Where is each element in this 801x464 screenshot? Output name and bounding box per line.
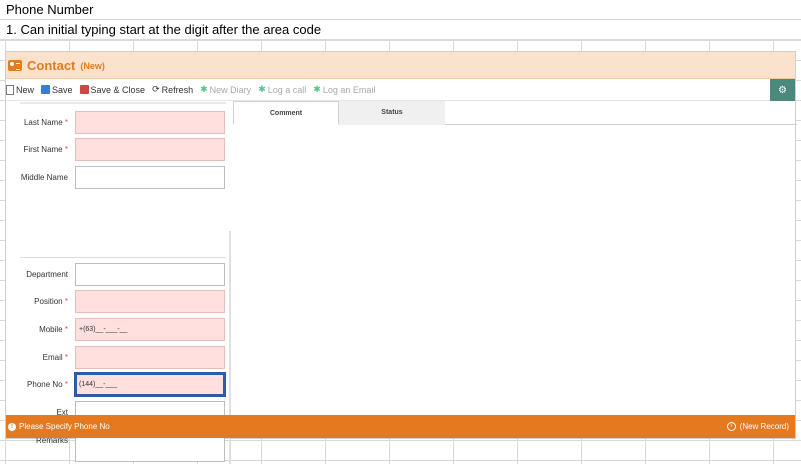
contact-card-icon: [8, 59, 22, 71]
middle-name-input[interactable]: [75, 166, 225, 189]
new-button[interactable]: New: [6, 84, 34, 95]
asterisk-icon: ✱: [313, 84, 321, 94]
fields-panel: Last Name * First Name * Middle Name Dep…: [6, 101, 231, 464]
sheet-row-2: 1. Can initial typing start at the digit…: [0, 20, 801, 40]
last-name-label: Last Name *: [23, 118, 68, 127]
refresh-icon: ⟳: [152, 84, 160, 94]
tabs-panel: Comment Status: [233, 101, 797, 415]
position-label: Position *: [34, 297, 68, 306]
info-icon: !: [8, 422, 16, 431]
department-input[interactable]: [75, 263, 225, 286]
form-title: Contact: [27, 57, 76, 73]
field-row-middle-name: Middle Name: [6, 166, 231, 190]
mobile-input[interactable]: +(63)__-___-__: [75, 318, 225, 341]
field-row-first-name: First Name *: [6, 138, 231, 162]
position-input[interactable]: [75, 290, 225, 313]
field-row-department: Department: [6, 263, 231, 287]
email-input[interactable]: [75, 346, 225, 369]
save-button[interactable]: Save: [41, 85, 73, 95]
gear-icon: ⚙: [778, 84, 787, 96]
refresh-button[interactable]: ⟳ Refresh: [152, 84, 193, 95]
asterisk-icon: ✱: [258, 84, 266, 94]
phone-label: Phone No *: [27, 380, 68, 389]
middle-name-label: Middle Name: [20, 173, 68, 182]
new-diary-button[interactable]: ✱ New Diary: [200, 84, 251, 95]
phone-input[interactable]: (144)__-___: [74, 372, 226, 397]
contact-form: Contact (New) New Save Save & Close ⟳ Re…: [5, 51, 797, 464]
settings-button[interactable]: ⚙: [770, 79, 795, 101]
toolbar: New Save Save & Close ⟳ Refresh ✱ New Di…: [6, 79, 795, 101]
info-circle-icon: i: [726, 422, 736, 431]
last-name-input[interactable]: [75, 111, 225, 134]
field-row-phone: Phone No * (144)__-___: [6, 372, 231, 397]
save-close-icon: [79, 85, 89, 94]
tab-strip: Comment Status: [233, 101, 797, 125]
log-call-button[interactable]: ✱ Log a call: [258, 84, 306, 95]
first-name-input[interactable]: [75, 138, 225, 161]
tab-status[interactable]: Status: [339, 101, 445, 125]
asterisk-icon: ✱: [200, 84, 208, 94]
sheet-cell-note[interactable]: 1. Can initial typing start at the digit…: [6, 20, 321, 40]
record-state: i (New Record): [726, 422, 789, 431]
field-row-mobile: Mobile * +(63)__-___-__: [6, 318, 231, 342]
sheet-cell-phone-number[interactable]: Phone Number: [6, 0, 93, 20]
field-row-position: Position *: [6, 290, 231, 314]
form-subtitle: (New): [80, 61, 105, 71]
tab-comment[interactable]: Comment: [233, 101, 339, 125]
status-message: ! Please Specify Phone No: [8, 422, 110, 431]
status-bar: ! Please Specify Phone No i (New Record): [6, 415, 795, 438]
first-name-label: First Name *: [23, 145, 68, 154]
save-icon: [41, 85, 51, 94]
field-row-email: Email *: [6, 346, 231, 370]
email-label: Email *: [42, 353, 68, 362]
top-separator: [20, 102, 226, 104]
save-close-button[interactable]: Save & Close: [79, 85, 145, 95]
form-title-bar: Contact (New): [6, 52, 795, 79]
department-label: Department: [26, 270, 68, 279]
sheet-row-1: Phone Number: [0, 0, 801, 20]
section-divider: [20, 257, 226, 258]
field-row-last-name: Last Name *: [6, 111, 231, 135]
new-document-icon: [6, 84, 14, 95]
log-email-button[interactable]: ✱ Log an Email: [313, 84, 375, 95]
mobile-label: Mobile *: [39, 325, 68, 334]
